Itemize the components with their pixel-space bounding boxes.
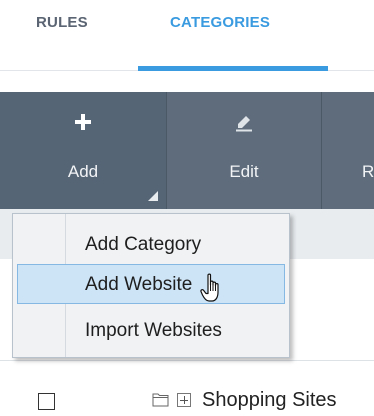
tab-rules[interactable]: RULES [36, 14, 88, 31]
row-label: Shopping Sites [202, 389, 337, 411]
edit-button[interactable]: Edit [167, 92, 321, 209]
menu-item-add-category[interactable]: Add Category [17, 224, 285, 264]
add-button-label: Add [67, 162, 99, 181]
menu-item-label: Add Website [85, 274, 193, 295]
row-divider [0, 360, 374, 361]
toolbar-separator [321, 92, 322, 209]
tab-categories[interactable]: CATEGORIES [170, 14, 270, 31]
add-dropdown-menu: Add Category Add Website Import Websites [12, 213, 290, 358]
active-tab-indicator [138, 66, 328, 71]
pencil-icon [236, 116, 252, 132]
edit-button-label: Edit [229, 162, 259, 181]
menu-item-import-websites[interactable]: Import Websites [17, 310, 285, 350]
list-item[interactable]: Shopping Sites [0, 383, 374, 416]
hand-cursor-icon [200, 273, 219, 302]
tab-bar: RULES CATEGORIES [0, 0, 374, 74]
menu-item-add-website[interactable]: Add Website [17, 264, 285, 304]
dropdown-indicator-icon [148, 191, 158, 201]
add-button[interactable]: Add [0, 92, 166, 209]
folder-icon [152, 393, 169, 407]
expand-icon[interactable] [177, 393, 191, 407]
plus-icon [75, 114, 91, 130]
toolbar: Add Edit R [0, 92, 374, 209]
row-checkbox[interactable] [38, 393, 55, 410]
menu-item-label: Import Websites [85, 320, 222, 341]
menu-item-label: Add Category [85, 234, 202, 255]
toolbar-button-partial-label[interactable]: R [362, 162, 374, 182]
